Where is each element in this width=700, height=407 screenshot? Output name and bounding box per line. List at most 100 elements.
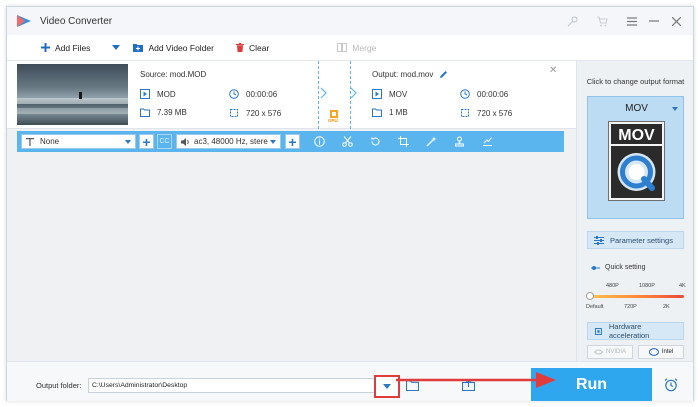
- tick-720p: 720P: [624, 304, 637, 310]
- output-resolution: 720 x 576: [460, 108, 512, 118]
- nvidia-icon: [593, 349, 603, 355]
- watermark-icon[interactable]: [452, 135, 466, 149]
- key-icon[interactable]: [564, 13, 580, 29]
- merge-icon: [337, 43, 348, 52]
- merge-label: Merge: [352, 42, 377, 53]
- folder-icon: [372, 108, 382, 117]
- folder-plus-icon: [133, 44, 144, 52]
- audio-track-select[interactable]: ac3, 48000 Hz, stere: [176, 134, 281, 149]
- output-folder-dropdown-button[interactable]: [374, 375, 400, 398]
- clear-button[interactable]: Clear: [232, 38, 273, 58]
- output-filename-label: Output: mod.mov: [372, 70, 434, 79]
- hardware-acceleration-label: Hardware acceleration: [608, 322, 650, 340]
- chevron-down-icon: [672, 107, 678, 111]
- cut-icon[interactable]: [340, 135, 354, 149]
- task-row[interactable]: Source: mod.MOD MOD 00:00:06 7.39 MB 720…: [7, 61, 576, 129]
- subtitle-value: None: [40, 137, 60, 146]
- chevron-down-icon: [270, 140, 276, 144]
- text-icon: [26, 137, 34, 146]
- video-thumbnail[interactable]: [17, 64, 128, 125]
- output-duration: 00:00:06: [460, 89, 508, 99]
- quality-slider-knob[interactable]: [586, 292, 594, 300]
- chip-icon: [594, 327, 602, 335]
- thumb-wave: [17, 108, 128, 114]
- convert-divider: [318, 61, 319, 129]
- app-title: Video Converter: [40, 15, 113, 27]
- parameter-settings-button[interactable]: Parameter settings: [587, 231, 684, 249]
- output-folder-label: Output folder:: [36, 381, 82, 390]
- tick-480p: 480P: [606, 283, 619, 289]
- add-files-label: Add Files: [55, 42, 91, 53]
- add-audio-button[interactable]: +: [285, 134, 300, 149]
- tick-1080p: 1080P: [639, 283, 655, 289]
- source-duration-value: 00:00:06: [246, 89, 278, 99]
- export-icon[interactable]: [462, 380, 475, 391]
- effects-wand-icon[interactable]: [424, 135, 438, 149]
- output-size: 1 MB: [372, 108, 408, 117]
- parameter-settings-label: Parameter settings: [610, 235, 673, 245]
- app-window: Video Converter Add Files Add Video Fold…: [6, 6, 694, 401]
- quick-setting-label: Quick setting: [591, 264, 645, 271]
- bottom-bar: Output folder: C:\Users\Administrator\De…: [7, 361, 693, 401]
- nvidia-option[interactable]: NVIDIA: [587, 345, 633, 359]
- clock-icon: [460, 89, 470, 99]
- add-files-button[interactable]: Add Files: [37, 38, 94, 58]
- cart-icon[interactable]: [594, 13, 610, 29]
- tick-default: Default: [586, 304, 604, 310]
- quick-setting-text: Quick setting: [605, 264, 646, 271]
- alarm-clock-icon[interactable]: [664, 378, 678, 392]
- title-bar: Video Converter: [7, 7, 693, 35]
- source-format: MOD: [140, 89, 176, 99]
- intel-option[interactable]: Intel: [638, 345, 684, 359]
- rotate-icon[interactable]: [368, 135, 382, 149]
- chevron-right-icon: [320, 87, 327, 99]
- output-size-value: 1 MB: [389, 108, 408, 117]
- add-subtitle-button[interactable]: +: [139, 134, 154, 149]
- mov-format-icon: MOV: [608, 121, 665, 201]
- edit-toolbar: None + CC ac3, 48000 Hz, stere +: [17, 131, 564, 152]
- subtitle-select[interactable]: None: [21, 134, 136, 149]
- output-filename[interactable]: Output: mod.mov: [372, 70, 448, 79]
- open-folder-icon[interactable]: [406, 380, 419, 391]
- resolution-icon: [461, 109, 469, 117]
- quality-slider-track[interactable]: [589, 295, 684, 298]
- add-files-dropdown[interactable]: [108, 38, 129, 58]
- trash-icon: [235, 43, 244, 52]
- output-format-hint: Click to change output format: [586, 77, 685, 86]
- filter-icon[interactable]: [480, 135, 494, 149]
- app-logo-icon: [17, 15, 31, 27]
- intel-logo-icon: [648, 348, 659, 356]
- add-video-folder-button[interactable]: Add Video Folder: [129, 38, 218, 58]
- mov-icon-text: MOV: [618, 127, 655, 144]
- tick-2k: 2K: [663, 304, 670, 310]
- edit-pencil-icon[interactable]: [439, 70, 448, 79]
- intel-label: Intel: [661, 349, 674, 355]
- minimize-icon[interactable]: [646, 13, 662, 29]
- task-list-area: Source: mod.MOD MOD 00:00:06 7.39 MB 720…: [7, 61, 576, 361]
- output-format-panel: Click to change output format MOV MOV Pa…: [576, 61, 693, 361]
- output-resolution-value: 720 x 576: [477, 108, 513, 118]
- chevron-right-icon: [350, 87, 357, 99]
- tick-4k: 4K: [679, 283, 686, 289]
- info-icon[interactable]: [312, 135, 326, 149]
- output-format: MOV: [372, 89, 407, 99]
- folder-icon: [140, 108, 150, 117]
- crop-icon[interactable]: [396, 135, 410, 149]
- menu-icon[interactable]: [624, 13, 640, 29]
- gpu-badge: GPU: [327, 109, 341, 123]
- hardware-acceleration-button[interactable]: Hardware acceleration: [587, 322, 684, 340]
- output-format-name: MOV: [625, 103, 648, 114]
- video-file-icon: [140, 89, 150, 99]
- source-resolution: 720 x 576: [229, 108, 281, 118]
- source-resolution-value: 720 x 576: [246, 108, 282, 118]
- remove-task-icon[interactable]: ✕: [549, 65, 557, 76]
- merge-button[interactable]: Merge: [333, 38, 380, 58]
- output-duration-value: 00:00:06: [477, 89, 509, 99]
- chevron-down-icon: [112, 45, 121, 50]
- output-format-selector[interactable]: MOV MOV: [587, 96, 684, 219]
- output-folder-input[interactable]: C:\Users\Administrator\Desktop: [88, 378, 398, 393]
- cc-icon[interactable]: CC: [157, 134, 172, 149]
- speaker-icon: [181, 137, 189, 146]
- run-button[interactable]: Run: [531, 368, 652, 401]
- close-icon[interactable]: [668, 13, 684, 29]
